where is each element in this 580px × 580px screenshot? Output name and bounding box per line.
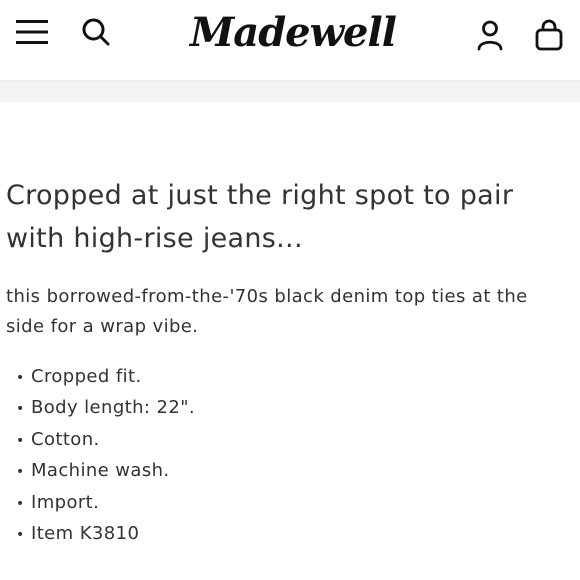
feature-item: • Cotton. [6, 425, 566, 456]
search-icon[interactable] [80, 16, 112, 48]
madewell-logo[interactable]: Madewell [190, 4, 397, 62]
account-icon[interactable] [474, 19, 506, 51]
feature-text: Body length: 22". [31, 397, 196, 419]
feature-text: Machine wash. [31, 460, 170, 482]
shopping-bag-icon[interactable] [533, 18, 565, 52]
bullet-point: • [16, 527, 25, 544]
feature-text: Cropped fit. [31, 366, 142, 387]
bullet-point: • [16, 495, 25, 512]
site-header: Madewell [0, 0, 580, 81]
bullet-point: • [16, 401, 25, 418]
product-headline: Cropped at just the right spot to pair w… [6, 180, 514, 254]
feature-item: • Import. [6, 488, 566, 519]
bullet-point: • [16, 464, 25, 481]
feature-text: Import. [31, 491, 100, 513]
bullet-point: • [16, 432, 25, 449]
feature-text: Item K3810 [31, 523, 140, 545]
header-divider-band [0, 81, 580, 102]
feature-item: • Cropped fit. [6, 362, 566, 393]
product-details: Cropped at just the right spot to pair w… [6, 174, 566, 550]
product-feature-list: • Cropped fit. • Body length: 22". • Cotton… [6, 362, 566, 550]
feature-item: • Machine wash. [6, 456, 566, 487]
bullet-point: • [16, 370, 25, 386]
feature-item: • Body length: 22". [6, 393, 566, 424]
hamburger-menu-icon[interactable] [15, 17, 49, 47]
feature-item: • Item K3810 [6, 519, 566, 550]
product-description: this borrowed-from-the-'70s black denim … [6, 286, 528, 337]
feature-text: Cotton. [31, 428, 100, 450]
